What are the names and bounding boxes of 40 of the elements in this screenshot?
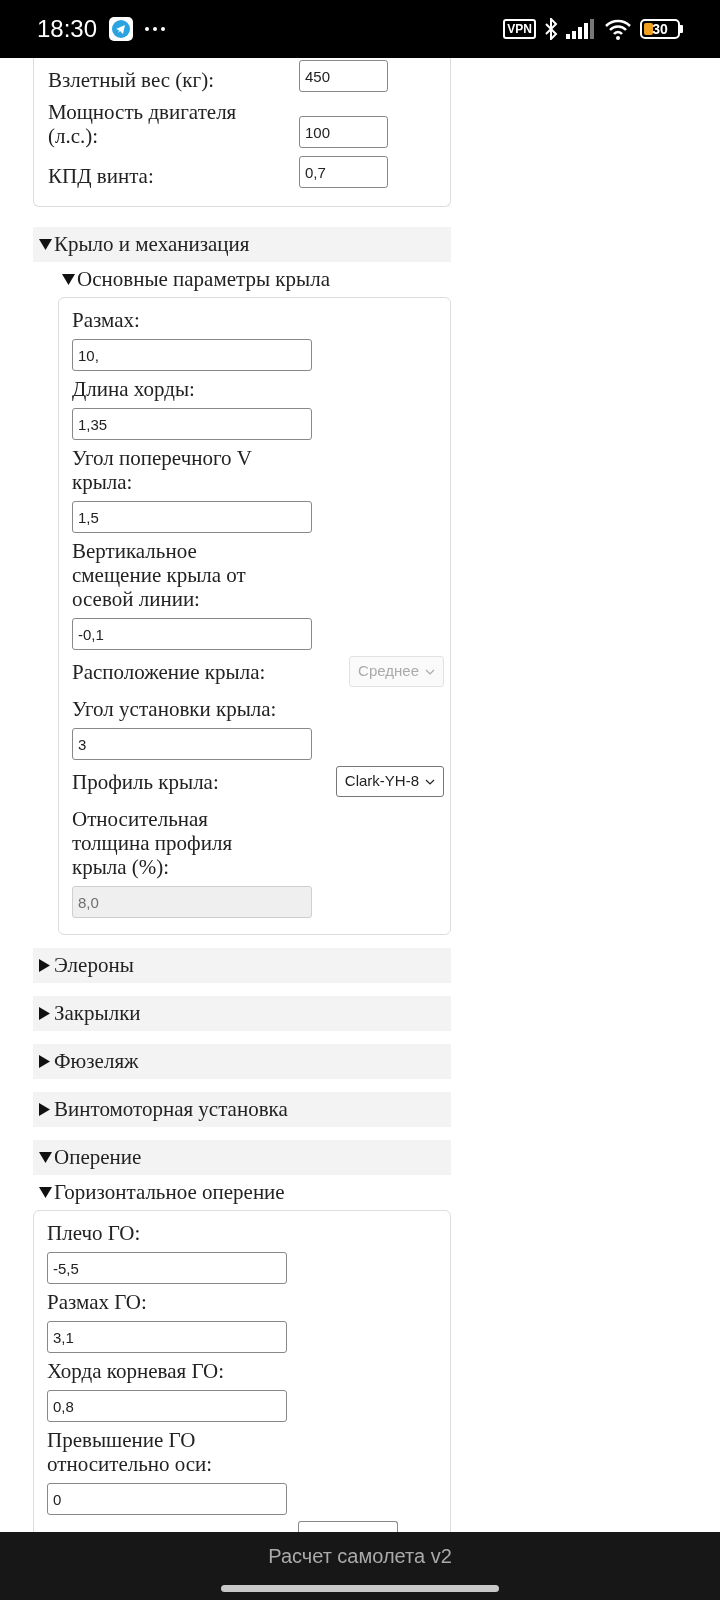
field-label: Вертикальное смещение крыла от осевой линии: [72,539,247,611]
field-label: Мощность двигателя (л.с.): [48,100,238,148]
input-field[interactable]: 1,35 [72,408,312,440]
subsection-header[interactable]: Основные параметры крыла [62,262,451,297]
field-label: Расположение крыла: [72,659,266,684]
field-label: Превышение ГО относительно оси: [47,1428,214,1476]
field-label: КПД винта: [48,164,155,188]
section-header[interactable]: Винтомоторная установка [33,1092,451,1127]
field-label: Угол поперечного V крыла: [72,446,253,494]
field-label: Размах ГО: [47,1290,148,1314]
app-title: Расчет самолета v2 [268,1543,452,1569]
field-label: Хорда корневая ГО: [47,1359,225,1383]
input-field[interactable]: 3 [72,728,312,760]
input-field[interactable]: 450 [299,60,388,92]
input-field[interactable]: -5,5 [47,1252,287,1284]
section-header[interactable]: Закрылки [33,996,451,1031]
section-header[interactable]: Фюзеляж [33,1044,451,1079]
input-field[interactable]: 8,0 [72,886,312,918]
field-label: Относительная толщина профиля крыла (%): [72,807,234,879]
input-field[interactable]: 100 [299,116,388,148]
input-field[interactable]: 1,5 [72,501,312,533]
clock: 18:30 [37,14,98,44]
input-field[interactable]: 0,7 [299,156,388,188]
field-label: Длина хорды: [72,377,196,401]
dropdown[interactable]: Clark-YH-8 [335,766,444,797]
field-label: Размах: [72,308,141,332]
section-header[interactable]: Крыло и механизация [33,227,451,262]
vpn-badge: VPN [503,19,536,39]
field-label: Угол установки крыла: [72,697,278,721]
input-field[interactable]: 3,1 [47,1321,287,1353]
input-field[interactable]: -0,1 [72,618,312,650]
input-field[interactable]: 0 [47,1483,287,1515]
section-header[interactable]: Элероны [33,948,451,983]
field-label: Взлетный вес (кг): [48,68,215,92]
input-field[interactable]: 0,8 [47,1390,287,1422]
subsection-header[interactable]: Горизонтальное оперение [39,1175,451,1210]
field-label: Плечо ГО: [47,1221,142,1245]
field-label: Профиль крыла: [72,769,219,794]
input-field[interactable]: 10, [72,339,312,371]
section-header[interactable]: Оперение [33,1140,451,1175]
